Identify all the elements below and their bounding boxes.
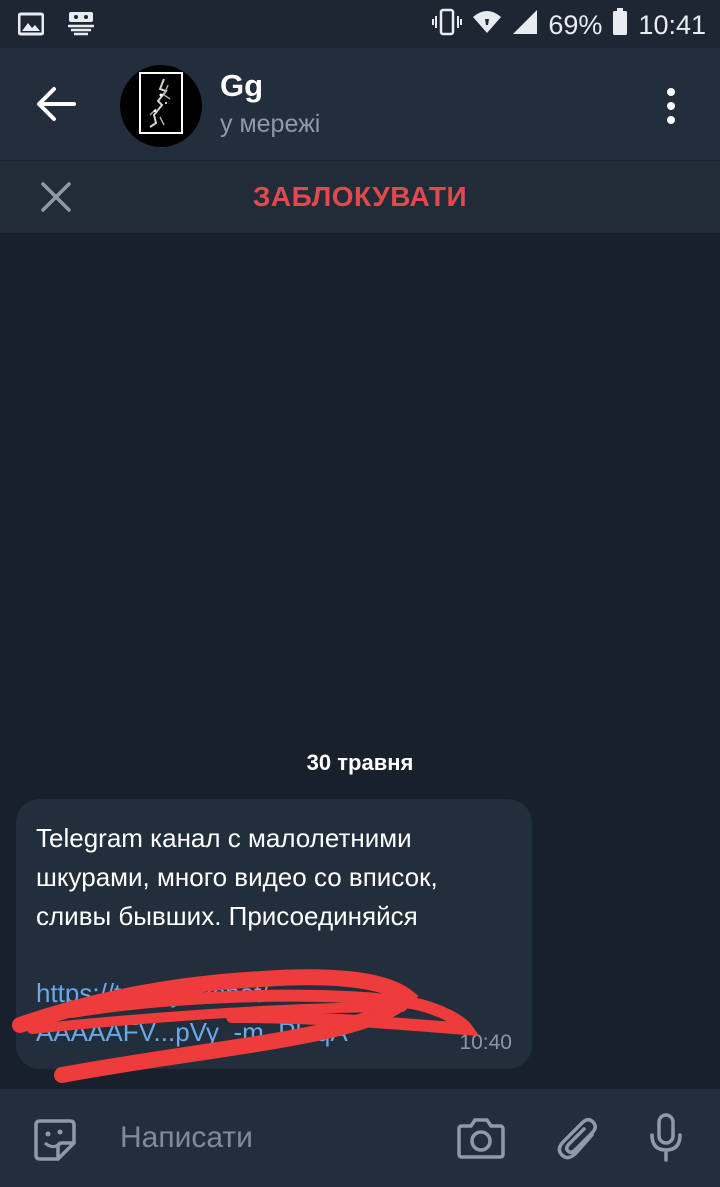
chat-title[interactable]: Gg [220,68,263,104]
clock: 10:41 [638,10,706,40]
arrow-left-icon[interactable] [34,84,78,124]
block-action-bar: ЗАБЛОКУВАТИ [0,160,720,233]
signal-icon [512,9,538,42]
vibrate-icon [432,8,463,43]
message-text: Telegram канал с малолетними шкурами, мн… [36,823,438,931]
microphone-icon[interactable] [648,1113,684,1168]
gallery-icon [17,12,45,41]
chat-header: Gg у мережі [0,48,720,160]
chat-status: у мережі [220,110,321,138]
status-bar: 69% 10:41 [0,0,720,48]
battery-icon [612,8,628,43]
block-button[interactable]: ЗАБЛОКУВАТИ [0,181,720,213]
message-input[interactable]: Написати [120,1121,253,1155]
redaction-scribble [12,969,480,1083]
attach-icon[interactable] [556,1115,600,1168]
more-vertical-icon[interactable] [660,86,682,126]
date-separator: 30 травня [306,750,414,775]
message-composer: Написати [0,1089,720,1187]
avatar[interactable] [120,65,202,147]
wifi-icon [472,9,502,42]
sticker-icon[interactable] [32,1117,78,1166]
battery-percent: 69% [548,10,603,40]
cast-icon [66,10,96,43]
camera-icon[interactable] [456,1116,506,1165]
